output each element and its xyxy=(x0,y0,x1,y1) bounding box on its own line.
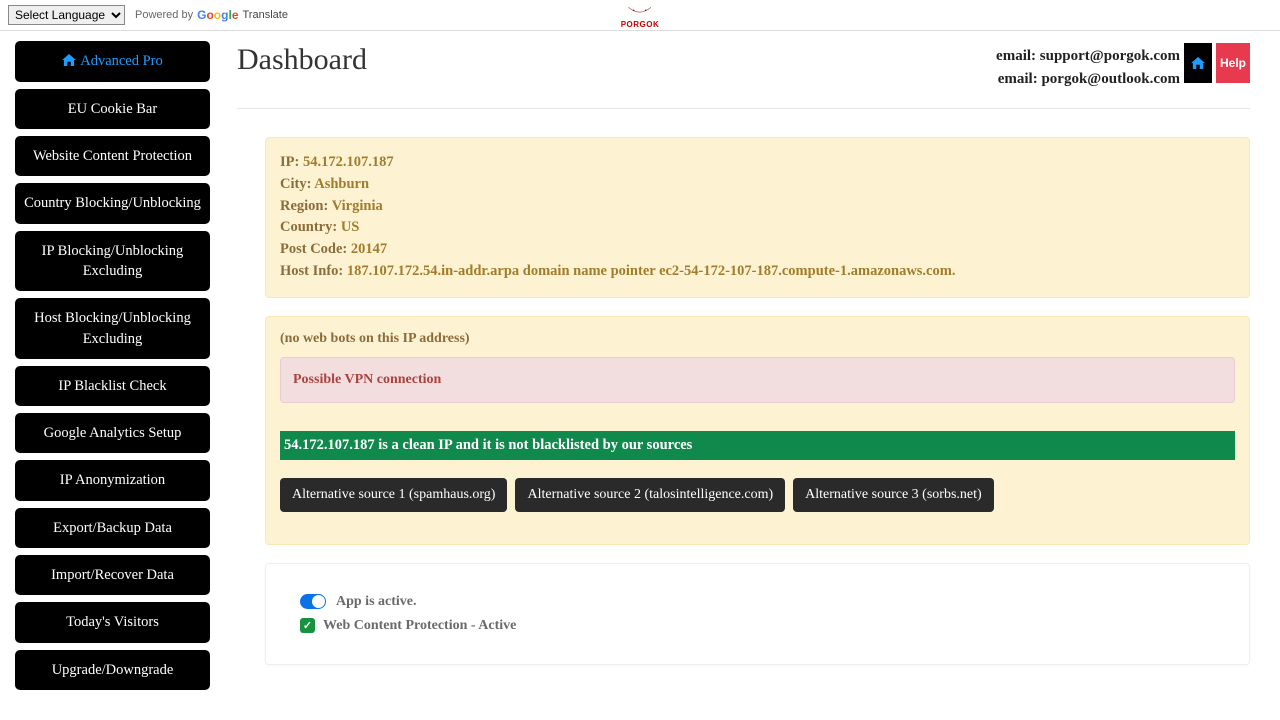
sidebar-item-import[interactable]: Import/Recover Data xyxy=(15,555,210,595)
city-value: Ashburn xyxy=(314,176,369,192)
alt-source-3-button[interactable]: Alternative source 3 (sorbs.net) xyxy=(793,478,994,512)
sidebar: Advanced Pro EU Cookie Bar Website Conte… xyxy=(0,31,225,707)
ip-value: 54.172.107.187 xyxy=(303,154,394,170)
top-bar: Select Language Powered by Google Transl… xyxy=(0,0,1280,31)
alt-source-2-button[interactable]: Alternative source 2 (talosintelligence.… xyxy=(515,478,785,512)
google-logo: Google xyxy=(197,8,238,22)
ip-info-panel: IP: 54.172.107.187 City: Ashburn Region:… xyxy=(265,137,1250,298)
language-select[interactable]: Select Language xyxy=(8,5,125,25)
alt-source-1-button[interactable]: Alternative source 1 (spamhaus.org) xyxy=(280,478,507,512)
wcp-label: Web Content Protection - Active xyxy=(323,618,516,634)
main-content: Dashboard email: support@porgok.com emai… xyxy=(225,31,1280,707)
sidebar-item-content-protection[interactable]: Website Content Protection xyxy=(15,136,210,176)
no-bots-label: (no web bots on this IP address) xyxy=(280,331,1235,347)
powered-by-label: Powered by Google Translate xyxy=(135,8,288,22)
sidebar-item-upgrade[interactable]: Upgrade/Downgrade xyxy=(15,650,210,690)
sidebar-item-country-blocking[interactable]: Country Blocking/Unblocking xyxy=(15,183,210,223)
home-button[interactable] xyxy=(1184,43,1212,83)
wcp-checkbox[interactable]: ✓ xyxy=(300,618,315,633)
sidebar-item-ip-blacklist[interactable]: IP Blacklist Check xyxy=(15,366,210,406)
contact-emails: email: support@porgok.com email: porgok@… xyxy=(996,43,1180,90)
home-icon xyxy=(62,52,76,72)
country-value: US xyxy=(341,219,360,235)
bots-panel: (no web bots on this IP address) Possibl… xyxy=(265,316,1250,545)
app-active-label: App is active. xyxy=(336,594,417,610)
region-value: Virginia xyxy=(332,198,383,214)
clean-ip-banner: 54.172.107.187 is a clean IP and it is n… xyxy=(280,431,1235,460)
brand-logo: PORGOK xyxy=(621,2,660,29)
sidebar-item-host-blocking[interactable]: Host Blocking/Unblocking Excluding xyxy=(15,298,210,359)
sidebar-item-google-analytics[interactable]: Google Analytics Setup xyxy=(15,413,210,453)
status-card: App is active. ✓ Web Content Protection … xyxy=(265,563,1250,665)
sidebar-item-ip-blocking[interactable]: IP Blocking/Unblocking Excluding xyxy=(15,231,210,292)
sidebar-item-eu-cookie[interactable]: EU Cookie Bar xyxy=(15,89,210,129)
sidebar-item-export[interactable]: Export/Backup Data xyxy=(15,508,210,548)
sidebar-item-advanced-pro[interactable]: Advanced Pro xyxy=(15,41,210,82)
page-title: Dashboard xyxy=(237,43,367,77)
postcode-value: 20147 xyxy=(351,241,387,257)
app-active-toggle[interactable] xyxy=(300,594,326,609)
sidebar-item-todays-visitors[interactable]: Today's Visitors xyxy=(15,602,210,642)
sidebar-item-ip-anonymization[interactable]: IP Anonymization xyxy=(15,460,210,500)
hostinfo-value: 187.107.172.54.in-addr.arpa domain name … xyxy=(347,263,956,279)
help-button[interactable]: Help xyxy=(1216,43,1250,83)
vpn-warning: Possible VPN connection xyxy=(280,357,1235,403)
